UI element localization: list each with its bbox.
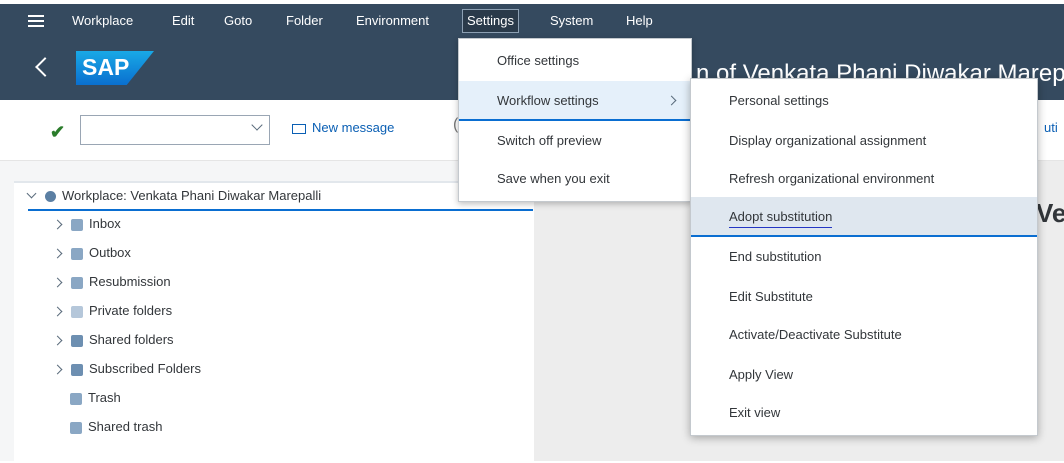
expand-arrow-icon[interactable]	[52, 364, 63, 375]
collapse-arrow-icon[interactable]	[26, 188, 37, 199]
menu-item-label: Save when you exit	[497, 171, 610, 186]
expand-arrow-icon[interactable]	[52, 248, 63, 259]
tree-item-label: Trash	[88, 390, 121, 405]
inbox-icon	[71, 218, 83, 231]
submenu-item-activate-deactivate-substitute[interactable]: Activate/Deactivate Substitute	[691, 315, 1037, 355]
submenu-item-adopt-substitution[interactable]: Adopt substitution	[691, 197, 1037, 237]
tree-item-subscribed-folders[interactable]: Subscribed Folders	[52, 356, 201, 382]
tree-item-private-folders[interactable]: Private folders	[52, 298, 173, 324]
submenu-item-label: Refresh organizational environment	[729, 171, 935, 186]
submenu-item-personal-settings[interactable]: Personal settings	[691, 81, 1037, 121]
shared-folders-icon	[71, 334, 83, 347]
submenu-item-label: Display organizational assignment	[729, 133, 927, 148]
sap-logo-text: SAP	[82, 54, 130, 80]
menu-item-label: Workflow settings	[497, 93, 599, 108]
tree-item-label: Resubmission	[89, 274, 171, 289]
expand-arrow-icon[interactable]	[52, 277, 63, 288]
menu-system[interactable]: System	[546, 4, 597, 38]
user-icon	[45, 191, 56, 203]
command-field[interactable]	[80, 115, 270, 145]
submenu-item-label: Adopt substitution	[729, 209, 833, 228]
menu-environment[interactable]: Environment	[352, 4, 433, 38]
tree-item-resubmission[interactable]: Resubmission	[52, 269, 171, 295]
command-input[interactable]	[87, 116, 251, 144]
submenu-item-display-org-assignment[interactable]: Display organizational assignment	[691, 121, 1037, 161]
new-message-button[interactable]: New message	[292, 120, 394, 135]
chevron-down-icon[interactable]	[251, 119, 263, 131]
folder-tree-pane: Workplace: Venkata Phani Diwakar Marepal…	[14, 181, 534, 463]
submenu-item-label: End substitution	[729, 249, 822, 264]
trash-icon	[70, 392, 82, 405]
tree-item-label: Private folders	[89, 303, 173, 318]
tree-item-trash[interactable]: Trash	[70, 385, 121, 411]
expand-arrow-icon[interactable]	[52, 219, 63, 230]
settings-dropdown-menu: Office settings Workflow settings Switch…	[458, 38, 692, 202]
submenu-item-edit-substitute[interactable]: Edit Substitute	[691, 277, 1037, 317]
menu-edit[interactable]: Edit	[168, 4, 198, 38]
expand-arrow-icon[interactable]	[52, 335, 63, 346]
submenu-item-label: Apply View	[729, 367, 794, 382]
menu-item-workflow-settings[interactable]: Workflow settings	[459, 81, 691, 121]
preview-heading: Ve	[1036, 198, 1064, 228]
envelope-icon	[292, 123, 306, 134]
resubmission-icon	[71, 276, 83, 289]
tree-item-shared-trash[interactable]: Shared trash	[70, 414, 162, 440]
sap-logo: SAP	[76, 51, 154, 85]
hamburger-menu-icon[interactable]	[28, 15, 44, 27]
menu-item-save-when-you-exit[interactable]: Save when you exit	[459, 159, 691, 199]
submenu-arrow-icon	[666, 95, 677, 106]
submenu-item-label: Activate/Deactivate Substitute	[729, 327, 902, 342]
menu-bar: Workplace Edit Goto Folder Environment S…	[0, 0, 1064, 38]
tree-item-shared-folders[interactable]: Shared folders	[52, 327, 174, 353]
menu-item-label: Switch off preview	[497, 133, 602, 148]
checkmark-icon[interactable]: ✔	[50, 122, 65, 143]
tree-item-label: Shared folders	[89, 332, 174, 347]
menu-workplace[interactable]: Workplace	[68, 4, 137, 38]
submenu-item-label: Personal settings	[729, 93, 829, 108]
back-icon[interactable]	[35, 57, 55, 77]
menu-item-switch-off-preview[interactable]: Switch off preview	[459, 121, 691, 161]
submenu-item-refresh-org-environment[interactable]: Refresh organizational environment	[691, 159, 1037, 199]
tree-item-label: Inbox	[89, 216, 121, 231]
expand-arrow-icon[interactable]	[52, 306, 63, 317]
menu-help[interactable]: Help	[622, 4, 657, 38]
tree-root-label: Workplace: Venkata Phani Diwakar Marepal…	[62, 188, 322, 203]
tree-item-inbox[interactable]: Inbox	[52, 211, 121, 237]
tree-item-label: Subscribed Folders	[89, 361, 201, 376]
submenu-item-apply-view[interactable]: Apply View	[691, 355, 1037, 395]
submenu-item-label: Edit Substitute	[729, 289, 813, 304]
tree-item-label: Outbox	[89, 245, 131, 260]
trash-icon	[70, 421, 82, 434]
private-folders-icon	[71, 305, 83, 318]
submenu-item-label: Exit view	[729, 405, 781, 420]
menu-settings[interactable]: Settings	[462, 9, 519, 33]
tree-item-outbox[interactable]: Outbox	[52, 240, 131, 266]
tree-item-label: Shared trash	[88, 419, 163, 434]
subscribed-folders-icon	[71, 363, 83, 376]
outbox-icon	[71, 247, 83, 260]
new-message-label: New message	[312, 120, 395, 135]
workflow-settings-submenu: Personal settings Display organizational…	[690, 78, 1038, 436]
menu-goto[interactable]: Goto	[220, 4, 256, 38]
submenu-item-end-substitution[interactable]: End substitution	[691, 237, 1037, 277]
submenu-item-exit-view[interactable]: Exit view	[691, 393, 1037, 433]
menu-folder[interactable]: Folder	[282, 4, 327, 38]
menu-item-label: Office settings	[497, 53, 580, 68]
menu-item-office-settings[interactable]: Office settings	[459, 41, 691, 81]
toolbar-partial-right-button[interactable]: uti	[1044, 120, 1058, 135]
